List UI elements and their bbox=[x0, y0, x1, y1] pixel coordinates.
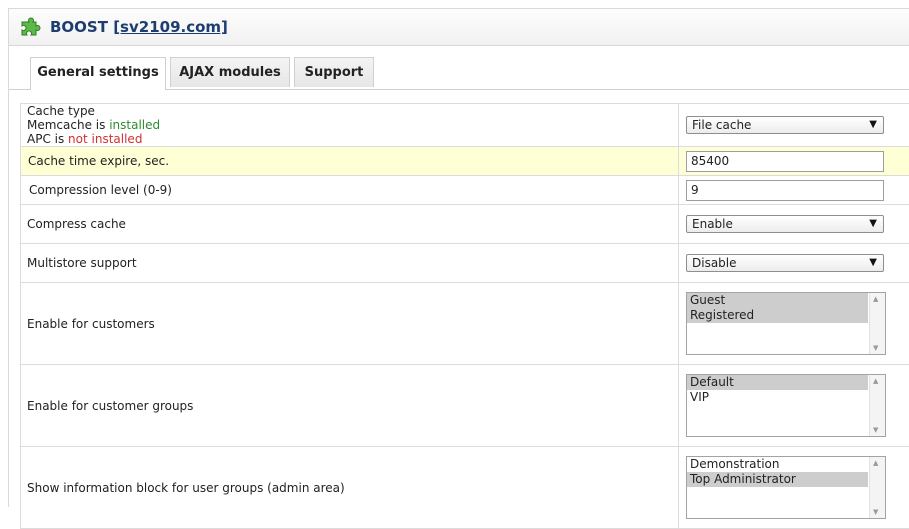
multistore-select[interactable]: Disable ▼ bbox=[686, 254, 884, 272]
compress-cache-select[interactable]: Enable ▼ bbox=[686, 215, 884, 233]
multistore-label: Multistore support bbox=[21, 244, 679, 283]
customer-groups-label: Enable for customer groups bbox=[21, 365, 679, 447]
settings-row-cache-time: Cache time expire, sec. 85400 bbox=[21, 147, 909, 176]
site-link[interactable]: [sv2109.com] bbox=[113, 18, 228, 36]
apc-status: not installed bbox=[68, 132, 142, 146]
list-option[interactable]: Default bbox=[687, 375, 868, 390]
settings-row-compression: Compression level (0-9) 9 bbox=[21, 176, 909, 205]
multistore-selected: Disable bbox=[692, 256, 737, 270]
user-groups-value-cell: Demonstration Top Administrator ▲▼ bbox=[679, 447, 909, 529]
puzzle-piece-icon bbox=[19, 17, 41, 39]
settings-row-user-groups: Show information block for user groups (… bbox=[21, 447, 909, 529]
tab-bar: General settings AJAX modules Support bbox=[9, 55, 909, 90]
listbox-scrollbar[interactable]: ▲▼ bbox=[869, 375, 885, 436]
scroll-up-icon[interactable]: ▲ bbox=[873, 295, 878, 303]
tab-support[interactable]: Support bbox=[294, 57, 374, 87]
compress-cache-value-cell: Enable ▼ bbox=[679, 205, 909, 244]
customers-label: Enable for customers bbox=[21, 283, 679, 365]
cache-type-selected: File cache bbox=[692, 118, 751, 132]
tab-general-settings[interactable]: General settings bbox=[30, 57, 166, 90]
customers-multiselect[interactable]: Guest Registered ▲▼ bbox=[686, 292, 886, 355]
cache-time-value-cell: 85400 bbox=[679, 147, 909, 176]
scroll-down-icon[interactable]: ▼ bbox=[873, 426, 878, 434]
list-option[interactable]: Demonstration bbox=[687, 457, 868, 472]
scroll-down-icon[interactable]: ▼ bbox=[873, 508, 878, 516]
list-option[interactable]: Top Administrator bbox=[687, 472, 868, 487]
settings-row-customer-groups: Enable for customer groups Default VIP ▲… bbox=[21, 365, 909, 447]
compression-label: Compression level (0-9) bbox=[21, 176, 679, 205]
scroll-up-icon[interactable]: ▲ bbox=[873, 459, 878, 467]
multistore-value-cell: Disable ▼ bbox=[679, 244, 909, 283]
chevron-down-icon: ▼ bbox=[869, 117, 877, 133]
customer-groups-multiselect[interactable]: Default VIP ▲▼ bbox=[686, 374, 886, 437]
settings-row-cache-type: Cache type Memcache is installed APC is … bbox=[21, 104, 909, 147]
scroll-down-icon[interactable]: ▼ bbox=[873, 344, 878, 352]
list-option[interactable]: Guest bbox=[687, 293, 868, 308]
cache-time-label: Cache time expire, sec. bbox=[21, 147, 679, 176]
cache-type-select[interactable]: File cache ▼ bbox=[686, 116, 884, 134]
listbox-scrollbar[interactable]: ▲▼ bbox=[869, 457, 885, 518]
panel-header: BOOST [sv2109.com] bbox=[9, 9, 909, 46]
settings-table: Cache type Memcache is installed APC is … bbox=[20, 103, 909, 529]
user-groups-label: Show information block for user groups (… bbox=[21, 447, 679, 529]
compress-cache-selected: Enable bbox=[692, 217, 733, 231]
title-text: BOOST bbox=[50, 18, 113, 36]
compression-value-cell: 9 bbox=[679, 176, 909, 205]
memcache-status: installed bbox=[109, 118, 160, 132]
module-panel: BOOST [sv2109.com] General settings AJAX… bbox=[8, 8, 909, 507]
settings-row-customers: Enable for customers Guest Registered ▲▼ bbox=[21, 283, 909, 365]
tab-ajax-modules[interactable]: AJAX modules bbox=[170, 57, 290, 87]
cache-type-cell: Cache type Memcache is installed APC is … bbox=[21, 104, 679, 147]
chevron-down-icon: ▼ bbox=[869, 216, 877, 232]
apc-status-line: APC is not installed bbox=[27, 132, 672, 146]
list-option[interactable]: VIP bbox=[687, 390, 868, 405]
cache-type-label: Cache type bbox=[27, 104, 672, 118]
page-title: BOOST [sv2109.com] bbox=[50, 18, 228, 36]
customers-value-cell: Guest Registered ▲▼ bbox=[679, 283, 909, 365]
chevron-down-icon: ▼ bbox=[869, 255, 877, 271]
apc-prefix: APC is bbox=[27, 132, 68, 146]
list-option[interactable]: Registered bbox=[687, 308, 868, 323]
cache-time-input[interactable]: 85400 bbox=[686, 151, 884, 172]
listbox-scrollbar[interactable]: ▲▼ bbox=[869, 293, 885, 354]
memcache-prefix: Memcache is bbox=[27, 118, 109, 132]
compress-cache-label: Compress cache bbox=[21, 205, 679, 244]
settings-row-compress-cache: Compress cache Enable ▼ bbox=[21, 205, 909, 244]
scroll-up-icon[interactable]: ▲ bbox=[873, 377, 878, 385]
memcache-status-line: Memcache is installed bbox=[27, 118, 672, 132]
cache-type-value-cell: File cache ▼ bbox=[679, 104, 909, 147]
customer-groups-value-cell: Default VIP ▲▼ bbox=[679, 365, 909, 447]
user-groups-multiselect[interactable]: Demonstration Top Administrator ▲▼ bbox=[686, 456, 886, 519]
settings-row-multistore: Multistore support Disable ▼ bbox=[21, 244, 909, 283]
compression-input[interactable]: 9 bbox=[686, 180, 884, 201]
